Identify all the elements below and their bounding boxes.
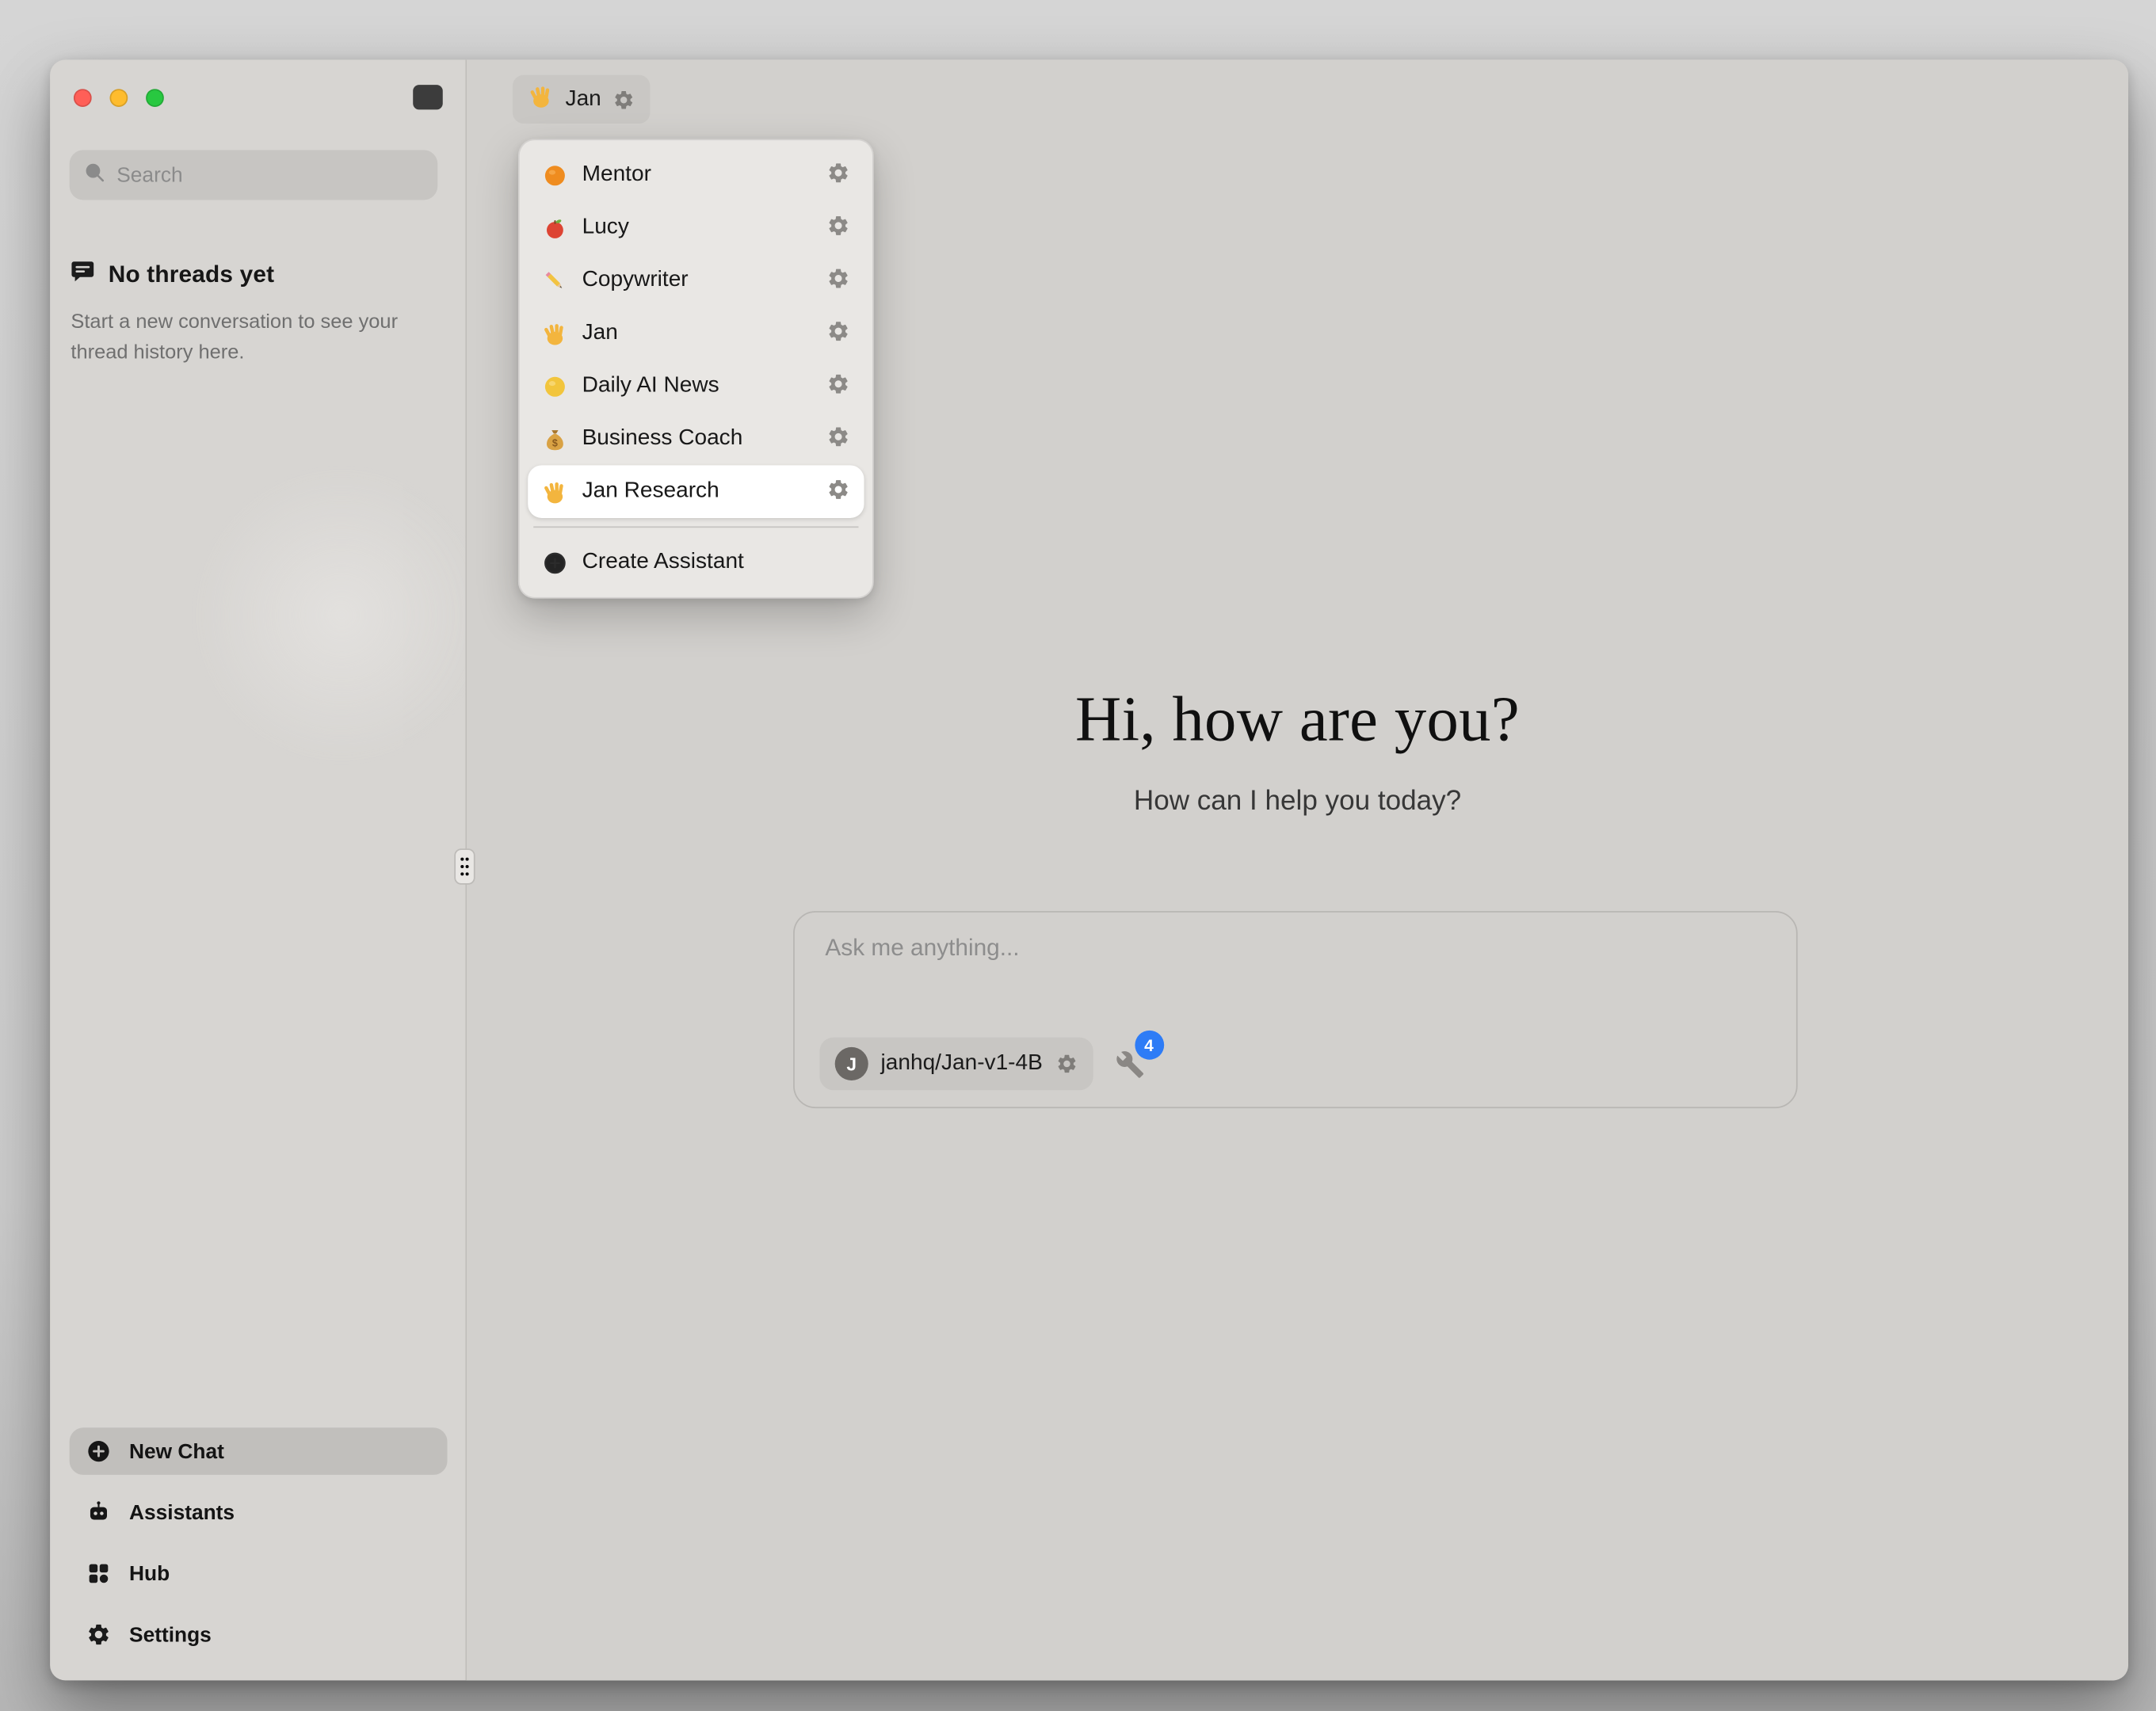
welcome-block: Hi, how are you? How can I help you toda… <box>467 682 2128 818</box>
model-name: janhq/Jan-v1-4B <box>881 1051 1043 1077</box>
assistant-settings-gear-icon[interactable] <box>824 319 852 347</box>
sidebar-item-settings[interactable]: Settings <box>70 1611 448 1659</box>
tools-count-badge: 4 <box>1135 1031 1164 1060</box>
gear-icon <box>86 1622 112 1648</box>
assistant-menu-item-label: Business Coach <box>582 426 811 452</box>
plus-circle-outline-icon <box>540 549 568 577</box>
search-input[interactable] <box>116 163 423 187</box>
assistant-menu-item-label: Daily AI News <box>582 374 811 399</box>
yellow-circle-icon <box>540 372 568 400</box>
app-window: No threads yet Start a new conversation … <box>50 59 2128 1680</box>
window-controls <box>74 89 164 107</box>
titlebar <box>50 59 465 137</box>
assistant-menu-item-jan[interactable]: Jan <box>528 307 864 360</box>
composer-toolbar: J janhq/Jan-v1-4B 4 <box>819 1038 1151 1091</box>
sidebar-item-hub[interactable]: Hub <box>70 1550 448 1598</box>
menu-divider <box>533 526 858 528</box>
empty-state-description: Start a new conversation to see your thr… <box>70 307 425 369</box>
main-panel: Jan Mentor <box>465 59 2128 1680</box>
greeting-title: Hi, how are you? <box>467 682 2128 756</box>
assistant-settings-gear-icon[interactable] <box>824 425 852 452</box>
plus-circle-icon <box>86 1439 112 1464</box>
assistant-menu: Mentor Lucy <box>518 139 874 598</box>
assistant-settings-gear-icon[interactable] <box>824 372 852 400</box>
sidebar-item-new-chat[interactable]: New Chat <box>70 1427 448 1475</box>
money-bag-icon: $ <box>540 425 568 452</box>
model-settings-gear-icon[interactable] <box>1055 1053 1078 1075</box>
assistant-menu-item-label: Lucy <box>582 215 811 241</box>
orange-circle-icon <box>540 161 568 189</box>
assistant-header-gear-icon[interactable] <box>612 88 635 110</box>
tools-button[interactable]: 4 <box>1115 1046 1151 1082</box>
search-icon <box>83 160 105 189</box>
wave-hand-icon <box>540 478 568 505</box>
assistant-menu-item-label: Mentor <box>582 162 811 188</box>
assistant-menu-item-daily-ai-news[interactable]: Daily AI News <box>528 360 864 413</box>
assistant-menu-item-mentor[interactable]: Mentor <box>528 149 864 202</box>
assistant-menu-item-label: Jan <box>582 321 811 346</box>
assistant-menu-item-copywriter[interactable]: Copywriter <box>528 254 864 307</box>
chat-input[interactable] <box>825 935 1765 962</box>
sidebar: No threads yet Start a new conversation … <box>50 59 465 1680</box>
assistant-menu-item-label: Jan Research <box>582 479 811 505</box>
assistant-icon <box>86 1500 112 1525</box>
sidebar-item-label: Hub <box>129 1561 170 1585</box>
assistant-selector-label: Jan <box>566 87 601 112</box>
sidebar-nav: New Chat Assistants <box>70 1427 448 1658</box>
zoom-button[interactable] <box>146 89 164 107</box>
assistant-settings-gear-icon[interactable] <box>824 478 852 505</box>
create-assistant-label: Create Assistant <box>582 550 852 575</box>
assistant-menu-item-lucy[interactable]: Lucy <box>528 201 864 254</box>
create-assistant-button[interactable]: Create Assistant <box>528 536 864 589</box>
greeting-subtitle: How can I help you today? <box>467 786 2128 817</box>
empty-state-title: No threads yet <box>109 261 275 289</box>
assistant-menu-item-label: Copywriter <box>582 268 811 293</box>
desktop: No threads yet Start a new conversation … <box>0 0 2156 1711</box>
sidebar-item-label: Settings <box>129 1623 212 1647</box>
assistant-settings-gear-icon[interactable] <box>824 161 852 189</box>
assistant-selector-button[interactable]: Jan <box>513 75 650 124</box>
empty-state: No threads yet Start a new conversation … <box>70 258 425 369</box>
pencil-icon <box>540 267 568 295</box>
chat-bubble-icon <box>70 258 96 292</box>
search-field[interactable] <box>70 150 438 200</box>
close-button[interactable] <box>74 89 92 107</box>
sidebar-item-label: New Chat <box>129 1439 224 1463</box>
apple-icon <box>540 214 568 242</box>
sidebar-toggle-icon[interactable] <box>413 85 444 114</box>
wave-hand-icon <box>540 319 568 347</box>
hub-grid-icon <box>86 1561 112 1587</box>
sidebar-item-assistants[interactable]: Assistants <box>70 1488 448 1536</box>
model-avatar: J <box>835 1047 868 1080</box>
sidebar-item-label: Assistants <box>129 1500 235 1524</box>
assistant-settings-gear-icon[interactable] <box>824 214 852 242</box>
model-selector-button[interactable]: J janhq/Jan-v1-4B <box>819 1038 1093 1091</box>
background-blur-blob <box>189 463 465 768</box>
sidebar-resize-handle[interactable] <box>454 848 475 885</box>
assistant-settings-gear-icon[interactable] <box>824 267 852 295</box>
assistant-menu-item-business-coach[interactable]: $ Business Coach <box>528 413 864 466</box>
wave-hand-icon <box>528 82 554 116</box>
minimize-button[interactable] <box>110 89 128 107</box>
svg-text:$: $ <box>551 437 557 448</box>
assistant-menu-item-jan-research[interactable]: Jan Research <box>528 465 864 518</box>
chat-composer[interactable]: J janhq/Jan-v1-4B 4 <box>793 911 1798 1108</box>
